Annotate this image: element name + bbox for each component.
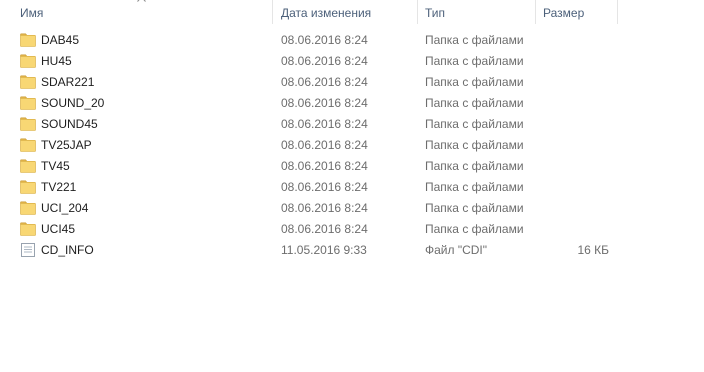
file-date-modified: 08.06.2016 8:24 [281,54,368,68]
file-type: Папка с файлами [425,33,524,47]
column-divider[interactable] [617,0,618,24]
folder-icon [20,138,36,152]
file-type: Папка с файлами [425,117,524,131]
file-list: DAB45 08.06.2016 8:24 Папка с файлами HU… [0,30,704,261]
file-type: Файл "CDI" [425,243,488,257]
file-name: TV221 [41,180,77,194]
column-divider[interactable] [417,0,418,24]
file-date-modified: 08.06.2016 8:24 [281,75,368,89]
file-date-modified: 08.06.2016 8:24 [281,96,368,110]
file-date-modified: 08.06.2016 8:24 [281,138,368,152]
file-date-modified: 08.06.2016 8:24 [281,201,368,215]
file-type: Папка с файлами [425,75,524,89]
folder-icon [20,75,36,89]
column-header-date[interactable]: Дата изменения [281,0,371,26]
file-name: TV45 [41,159,70,173]
file-row[interactable]: HU45 08.06.2016 8:24 Папка с файлами [0,51,704,72]
file-name: DAB45 [41,33,80,47]
file-type: Папка с файлами [425,201,524,215]
file-row[interactable]: SDAR221 08.06.2016 8:24 Папка с файлами [0,72,704,93]
file-name: SOUND_20 [41,96,105,110]
file-name: HU45 [41,54,72,68]
column-divider[interactable] [272,0,273,24]
column-header-bar: Имя Дата изменения Тип Размер [0,0,704,26]
file-icon [20,243,36,257]
file-row[interactable]: CD_INFO 11.05.2016 9:33 Файл "CDI" 16 КБ [0,240,704,261]
file-size: 16 КБ [577,243,609,257]
file-date-modified: 08.06.2016 8:24 [281,222,368,236]
column-divider[interactable] [535,0,536,24]
folder-icon [20,117,36,131]
file-row[interactable]: SOUND45 08.06.2016 8:24 Папка с файлами [0,114,704,135]
file-date-modified: 08.06.2016 8:24 [281,117,368,131]
file-type: Папка с файлами [425,138,524,152]
file-date-modified: 08.06.2016 8:24 [281,180,368,194]
file-row[interactable]: UCI_204 08.06.2016 8:24 Папка с файлами [0,198,704,219]
folder-icon [20,96,36,110]
file-row[interactable]: DAB45 08.06.2016 8:24 Папка с файлами [0,30,704,51]
folder-icon [20,54,36,68]
file-row[interactable]: TV45 08.06.2016 8:24 Папка с файлами [0,156,704,177]
file-type: Папка с файлами [425,96,524,110]
column-header-type[interactable]: Тип [425,0,445,26]
file-date-modified: 08.06.2016 8:24 [281,159,368,173]
file-name: TV25JAP [41,138,92,152]
file-name: UCI45 [41,222,76,236]
file-type: Папка с файлами [425,222,524,236]
column-header-size[interactable]: Размер [543,0,584,26]
file-row[interactable]: UCI45 08.06.2016 8:24 Папка с файлами [0,219,704,240]
folder-icon [20,201,36,215]
folder-icon [20,159,36,173]
file-row[interactable]: TV25JAP 08.06.2016 8:24 Папка с файлами [0,135,704,156]
file-type: Папка с файлами [425,180,524,194]
file-date-modified: 08.06.2016 8:24 [281,33,368,47]
folder-icon [20,180,36,194]
file-list-view: Имя Дата изменения Тип Размер DAB45 08.0… [0,0,704,372]
file-row[interactable]: TV221 08.06.2016 8:24 Папка с файлами [0,177,704,198]
file-type: Папка с файлами [425,54,524,68]
file-row[interactable]: SOUND_20 08.06.2016 8:24 Папка с файлами [0,93,704,114]
chevron-up-icon[interactable] [137,0,146,2]
folder-icon [20,33,36,47]
file-date-modified: 11.05.2016 9:33 [281,243,367,257]
column-header-name[interactable]: Имя [20,0,43,26]
file-name: UCI_204 [41,201,89,215]
folder-icon [20,222,36,236]
file-name: SOUND45 [41,117,98,131]
file-name: CD_INFO [41,243,94,257]
file-type: Папка с файлами [425,159,524,173]
file-name: SDAR221 [41,75,95,89]
